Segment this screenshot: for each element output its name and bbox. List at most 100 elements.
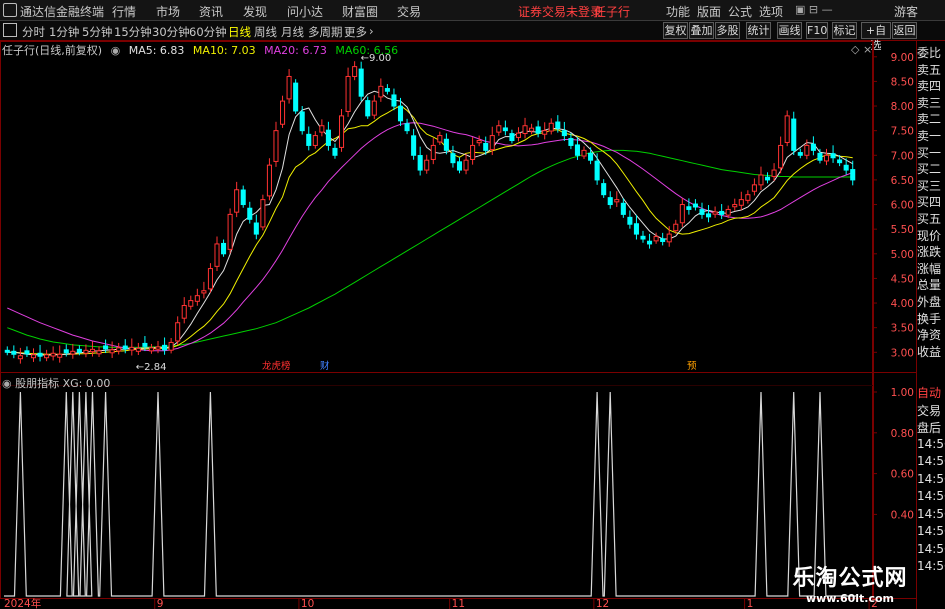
- settings-gear-icon[interactable]: ◉: [111, 44, 121, 57]
- candle-body-up: [181, 305, 187, 319]
- candle: [227, 208, 233, 254]
- candle-body-up: [116, 347, 122, 352]
- candle-body-down: [706, 213, 712, 218]
- candle: [135, 342, 141, 356]
- candle: [411, 128, 417, 160]
- candle-body-up: [273, 130, 279, 162]
- candle-body-up: [548, 122, 554, 132]
- candle-body-down: [306, 133, 312, 146]
- candle: [502, 120, 508, 136]
- candle: [850, 160, 856, 186]
- candle-body-down: [640, 235, 646, 240]
- candle-body-up: [784, 115, 790, 143]
- candle-body-down: [240, 189, 246, 206]
- quote-field-label: 卖三: [917, 95, 942, 110]
- candle: [89, 341, 96, 357]
- candle: [30, 348, 37, 362]
- candle: [345, 67, 351, 117]
- candle: [57, 345, 63, 363]
- candle-body-down: [483, 142, 489, 151]
- candle-body-down: [11, 350, 17, 355]
- candle: [764, 172, 771, 184]
- candle-body-up: [83, 349, 89, 354]
- quote-field-label: 卖一: [917, 129, 942, 143]
- kline-chart[interactable]: 9.00 8.50 8.00 7.50 7.00 6.50 6.00 5.50 5.00 4.50…: [0, 0, 945, 609]
- low-price-label: ←2.84: [136, 362, 167, 373]
- candle: [522, 117, 528, 139]
- candle-body-up: [712, 211, 718, 215]
- candle: [823, 148, 830, 166]
- indicator-gear-icon[interactable]: ◉: [2, 377, 12, 390]
- candle-body-up: [70, 350, 76, 355]
- price-tick-label: 3.50: [891, 323, 914, 335]
- candle-body-up: [470, 144, 476, 160]
- candle-body-up: [489, 135, 495, 151]
- price-tick-label: 9.00: [891, 52, 914, 64]
- candle-body-down: [391, 94, 397, 107]
- candle: [627, 210, 633, 229]
- candle: [168, 338, 174, 354]
- quote-field-label: 买一: [917, 145, 942, 160]
- candle-body-up: [17, 355, 23, 360]
- candle-body-down: [509, 133, 515, 142]
- quote-field-label: 卖五: [917, 62, 942, 77]
- candle: [470, 137, 476, 165]
- time-tick-label: 12: [596, 598, 609, 609]
- indicator-legend: ◉ 股朋指标 XG: 0.00: [2, 375, 110, 391]
- time-tick-label: 10: [301, 598, 314, 609]
- candle-body-up: [44, 354, 50, 359]
- price-tick-label: 4.50: [891, 273, 914, 285]
- time-tick-label: 11: [452, 598, 465, 609]
- candle: [266, 158, 272, 201]
- candle-body-down: [332, 147, 338, 156]
- indicator-tick-label: 0.80: [891, 428, 914, 440]
- candle-body-up: [207, 268, 213, 290]
- candle-body-up: [522, 125, 528, 134]
- candle-body-down: [764, 176, 771, 181]
- trade-panel-item: 14:56: [917, 559, 945, 573]
- candle-body-down: [247, 207, 253, 220]
- trade-panel-item: 14:56: [917, 454, 945, 468]
- candle-body-down: [365, 100, 371, 117]
- trade-panel-item[interactable]: 自动: [917, 384, 945, 401]
- candle-body-up: [476, 140, 482, 144]
- candle: [50, 346, 56, 361]
- candle-body-down: [397, 105, 404, 122]
- candle: [358, 61, 364, 101]
- candle-body-down: [837, 159, 843, 164]
- candle: [260, 194, 266, 231]
- candle: [273, 121, 279, 167]
- candle-body-down: [293, 82, 299, 112]
- candle-body-up: [345, 75, 351, 112]
- candle: [443, 133, 449, 155]
- candle: [365, 96, 371, 119]
- candle-body-up: [109, 349, 115, 354]
- candle-body-down: [607, 197, 613, 206]
- candle: [614, 191, 620, 207]
- chart-title: 任子行(日线,前复权): [2, 44, 103, 57]
- chart-options-icon[interactable]: ◇ ×: [851, 43, 872, 56]
- candle-body-up: [148, 347, 154, 352]
- candle-body-down: [325, 129, 331, 146]
- indicator-tick-label: 0.60: [891, 469, 914, 481]
- candle: [588, 147, 594, 165]
- candle: [103, 339, 109, 354]
- candle: [594, 153, 600, 185]
- trade-panel-item[interactable]: 盘后: [917, 419, 945, 436]
- price-tick-label: 6.50: [891, 175, 914, 187]
- trade-panel-item[interactable]: 交易: [917, 402, 945, 419]
- candle-body-up: [378, 85, 384, 98]
- candle-body-up: [673, 223, 679, 232]
- candle-body-up: [463, 159, 469, 171]
- quote-field-label: 换手: [917, 311, 942, 326]
- candle: [712, 206, 718, 218]
- candle: [286, 69, 292, 104]
- candle-body-down: [37, 352, 43, 357]
- candle: [640, 230, 646, 243]
- time-tick-label: 1: [747, 598, 754, 609]
- candle: [732, 198, 738, 211]
- price-tick-label: 5.00: [891, 249, 914, 261]
- candle-body-up: [751, 184, 757, 192]
- trade-panel-item: 14:56: [917, 506, 945, 521]
- candle-body-down: [404, 123, 410, 132]
